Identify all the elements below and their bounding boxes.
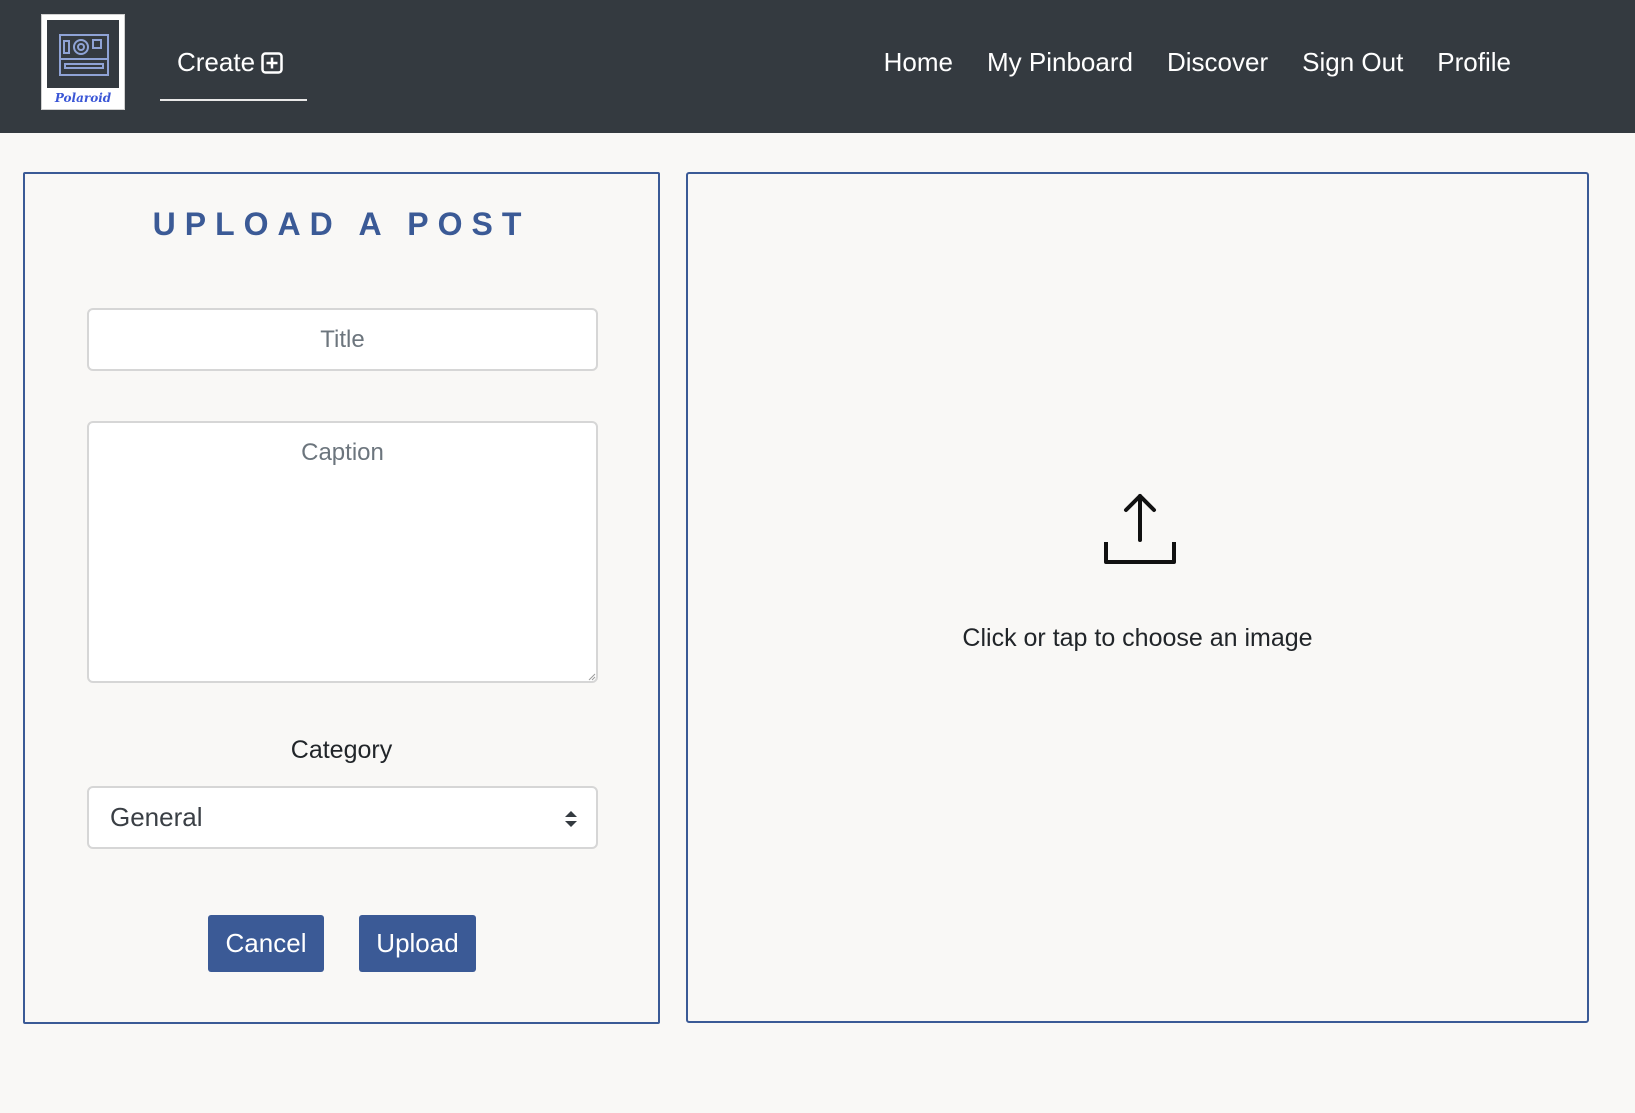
category-label: Category [290, 736, 393, 764]
logo-text: Polaroid [54, 91, 112, 105]
nav-discover[interactable]: Discover [1167, 47, 1268, 78]
navbar: Polaroid Create Home My Pinboard Discove… [0, 0, 1635, 133]
plus-square-icon [261, 50, 283, 81]
create-label: Create [177, 47, 256, 77]
camera-icon [59, 34, 109, 76]
image-dropzone[interactable]: Click or tap to choose an image [686, 172, 1589, 1023]
category-select[interactable]: General [87, 786, 598, 849]
select-arrows-icon [565, 811, 577, 827]
logo-frame [47, 20, 119, 88]
cancel-button[interactable]: Cancel [208, 915, 324, 972]
dropzone-instruction: Click or tap to choose an image [962, 624, 1313, 652]
upload-button[interactable]: Upload [359, 915, 476, 972]
caption-textarea[interactable] [87, 421, 598, 683]
nav-my-pinboard[interactable]: My Pinboard [987, 47, 1133, 78]
nav-links: Home My Pinboard Discover Sign Out Profi… [850, 47, 1511, 78]
form-heading: UPLOAD A POST [152, 206, 531, 242]
create-link[interactable]: Create [160, 41, 307, 101]
nav-sign-out[interactable]: Sign Out [1302, 47, 1403, 78]
polaroid-logo[interactable]: Polaroid [41, 14, 125, 110]
title-input[interactable] [87, 308, 598, 371]
resize-handle-icon[interactable] [588, 673, 596, 681]
upload-icon [1104, 494, 1176, 564]
nav-profile[interactable]: Profile [1437, 47, 1511, 78]
upload-form-card: UPLOAD A POST Category General Cancel Up… [23, 172, 660, 1024]
category-selected-value: General [110, 802, 203, 832]
nav-home[interactable]: Home [884, 47, 953, 78]
